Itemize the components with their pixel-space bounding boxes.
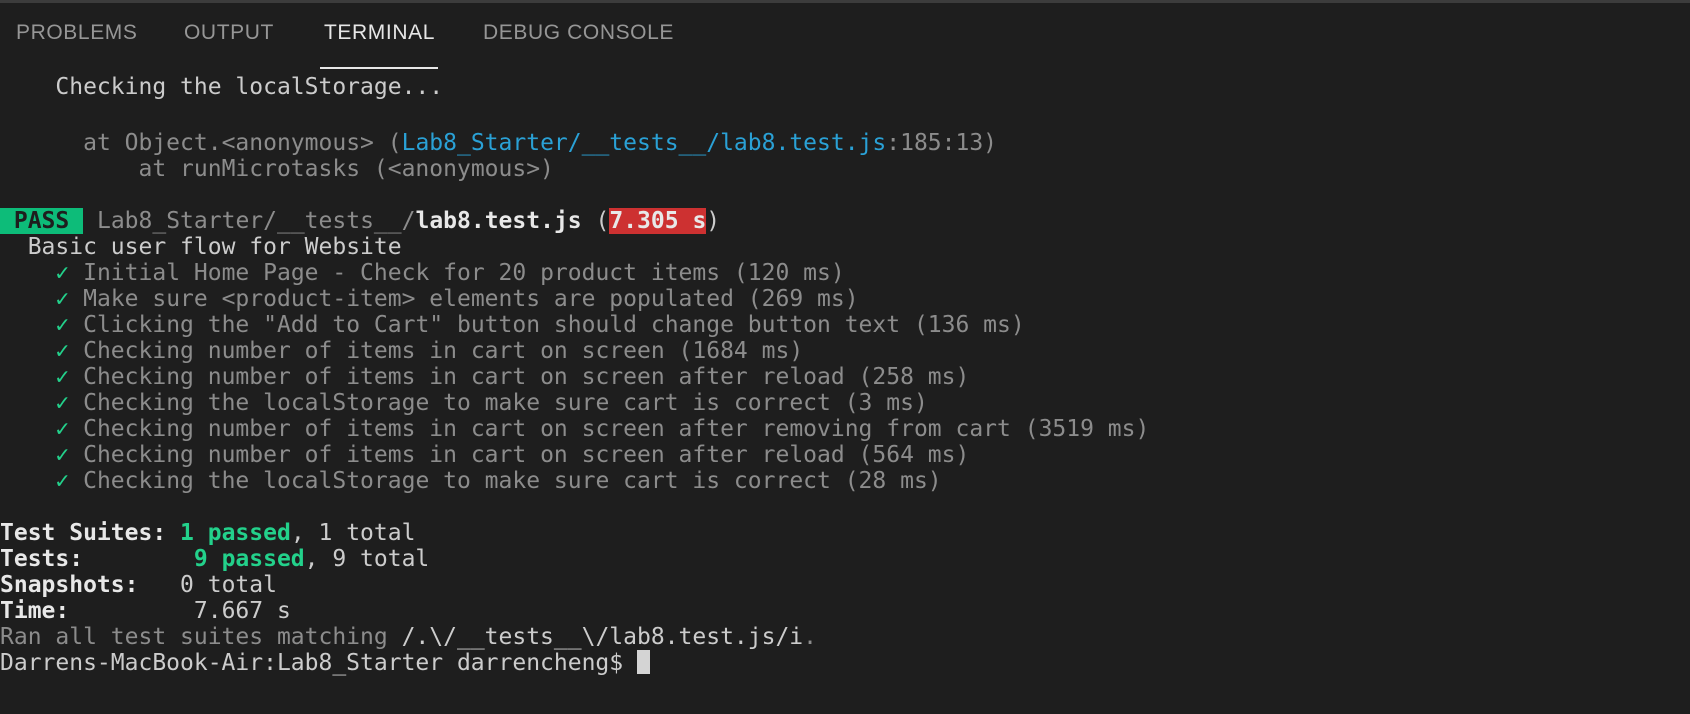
suite-duration-badge: 7.305 s <box>609 208 707 234</box>
stack-frame-1-suffix: :185:13) <box>886 130 998 156</box>
suite-result-line: PASS Lab8_Starter/__tests__/lab8.test.js… <box>0 207 720 235</box>
test-title: Checking the localStorage to make sure c… <box>83 390 928 416</box>
summary-suites-passed: 1 passed <box>180 520 291 546</box>
describe-title: Basic user flow for Website <box>27 234 402 260</box>
checkmark-icon: ✓ <box>55 468 70 494</box>
summary-suites-total: , 1 total <box>290 520 416 546</box>
stack-frame-2-text: at runMicrotasks (<anonymous>) <box>138 156 554 182</box>
summary-tests-passed: 9 passed <box>193 546 305 572</box>
suite-path-dir: Lab8_Starter/__tests__/ <box>96 208 416 234</box>
suite-path-file: lab8.test.js <box>415 208 582 234</box>
test-result-item: ✓ Clicking the "Add to Cart" button shou… <box>0 311 1025 339</box>
pass-badge: PASS <box>0 208 84 234</box>
checkmark-icon: ✓ <box>55 312 70 338</box>
test-result-item: ✓ Checking number of items in cart on sc… <box>0 415 1149 443</box>
test-result-item: ✓ Checking the localStorage to make sure… <box>0 389 928 417</box>
stack-frame-1-prefix: at Object.<anonymous> ( <box>83 130 402 156</box>
summary-tests-total: , 9 total <box>304 546 430 572</box>
summary-snapshots: Snapshots: 0 total <box>0 571 277 599</box>
checkmark-icon: ✓ <box>55 390 70 416</box>
summary-tests-label: Tests: <box>0 546 84 572</box>
stack-frame-1: at Object.<anonymous> (Lab8_Starter/__te… <box>0 129 997 157</box>
test-title: Clicking the "Add to Cart" button should… <box>83 312 1025 338</box>
summary-snapshots-value: 0 total <box>180 572 277 598</box>
test-result-item: ✓ Make sure <product-item> elements are … <box>0 285 859 313</box>
test-title: Checking the localStorage to make sure c… <box>83 468 942 494</box>
test-title: Checking number of items in cart on scre… <box>83 416 1150 442</box>
summary-suites-label: Test Suites: <box>0 520 167 546</box>
test-title: Checking number of items in cart on scre… <box>83 338 804 364</box>
summary-time-value: 7.667 s <box>193 598 291 624</box>
ran-pattern: /.\/__tests__\/lab8.test.js/i <box>401 624 804 650</box>
terminal-cursor <box>636 650 650 674</box>
test-result-item: ✓ Checking number of items in cart on sc… <box>0 441 969 469</box>
tab-problems[interactable]: PROBLEMS <box>16 21 138 45</box>
shell-prompt: Darrens-MacBook-Air:Lab8_Starter darrenc… <box>0 650 637 676</box>
checkmark-icon: ✓ <box>55 260 70 286</box>
terminal-output[interactable]: Checking the localStorage... at Object.<… <box>0 73 1690 714</box>
test-result-item: ✓ Initial Home Page - Check for 20 produ… <box>0 259 845 287</box>
prompt-line[interactable]: Darrens-MacBook-Air:Lab8_Starter darrenc… <box>0 649 650 677</box>
checkmark-icon: ✓ <box>55 286 70 312</box>
summary-suites: Test Suites: 1 passed, 1 total <box>0 519 415 547</box>
test-title: Checking number of items in cart on scre… <box>83 364 970 390</box>
summary-time-label: Time: <box>0 598 70 624</box>
ran-prefix: Ran all test suites matching <box>0 624 402 650</box>
summary-tests: Tests: 9 passed, 9 total <box>0 545 429 573</box>
checkmark-icon: ✓ <box>55 416 70 442</box>
checkmark-icon: ✓ <box>55 338 70 364</box>
describe-line: Basic user flow for Website <box>0 233 402 261</box>
test-title: Make sure <product-item> elements are po… <box>83 286 859 312</box>
log-message: Checking the localStorage... <box>55 74 444 100</box>
test-result-item: ✓ Checking number of items in cart on sc… <box>0 363 969 391</box>
test-result-item: ✓ Checking number of items in cart on sc… <box>0 337 803 365</box>
checkmark-icon: ✓ <box>55 442 70 468</box>
ran-suffix: . <box>803 624 818 650</box>
paren-close: ) <box>706 208 721 234</box>
pass-badge-label: PASS <box>13 208 70 234</box>
tab-debug-console[interactable]: DEBUG CONSOLE <box>483 21 674 45</box>
summary-snapshots-label: Snapshots: <box>0 572 139 598</box>
ran-all-line: Ran all test suites matching /.\/__tests… <box>0 623 817 651</box>
tab-terminal[interactable]: TERMINAL <box>324 21 435 45</box>
test-title: Initial Home Page - Check for 20 product… <box>83 260 845 286</box>
active-tab-indicator <box>320 67 438 69</box>
stack-frame-2: at runMicrotasks (<anonymous>) <box>0 155 554 183</box>
tab-output[interactable]: OUTPUT <box>184 21 274 45</box>
test-result-item: ✓ Checking the localStorage to make sure… <box>0 467 942 495</box>
test-title: Checking number of items in cart on scre… <box>83 442 970 468</box>
stack-file-link[interactable]: Lab8_Starter/__tests__/lab8.test.js <box>402 130 887 156</box>
panel-tab-bar: PROBLEMS OUTPUT TERMINAL DEBUG CONSOLE <box>0 3 1690 70</box>
checkmark-icon: ✓ <box>55 364 70 390</box>
summary-time: Time: 7.667 s <box>0 597 291 625</box>
paren-open: ( <box>595 208 610 234</box>
log-message-line: Checking the localStorage... <box>0 73 443 101</box>
